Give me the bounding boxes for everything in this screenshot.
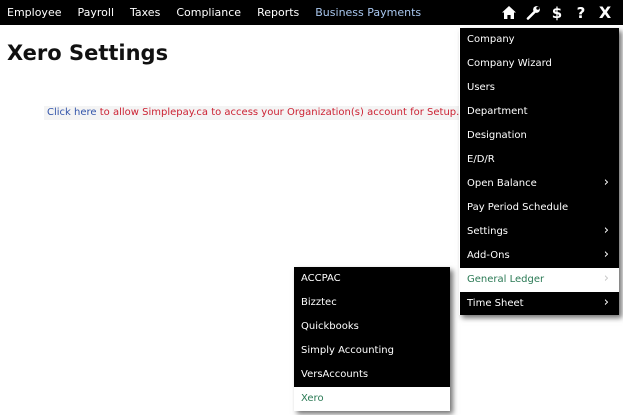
notice-message: to allow Simplepay.ca to access your Org… — [96, 107, 460, 118]
close-icon[interactable]: X — [593, 0, 617, 25]
general-ledger-submenu: ACCPAC Bizztec Quickbooks Simply Account… — [294, 267, 450, 411]
menu-item-label: Users — [467, 82, 496, 93]
help-icon[interactable]: ? — [569, 0, 593, 25]
menu-item-label: VersAccounts — [301, 369, 369, 380]
chevron-right-icon: › — [603, 295, 609, 310]
page-title: Xero Settings — [7, 41, 169, 65]
menu-item-users[interactable]: Users — [460, 76, 619, 100]
menu-item-add-ons[interactable]: Add-Ons › — [460, 244, 619, 268]
toolbar-icons: $ ? X — [497, 0, 623, 25]
submenu-item-quickbooks[interactable]: Quickbooks — [294, 315, 450, 339]
main-nav: Employee Payroll Taxes Compliance Report… — [0, 0, 429, 25]
menu-item-label: Designation — [467, 130, 527, 141]
menu-item-open-balance[interactable]: Open Balance › — [460, 172, 619, 196]
menu-item-label: ACCPAC — [301, 273, 341, 284]
menu-item-time-sheet[interactable]: Time Sheet › — [460, 292, 619, 316]
menu-item-label: Company Wizard — [467, 58, 552, 69]
menu-item-edr[interactable]: E/D/R — [460, 148, 619, 172]
nav-taxes[interactable]: Taxes — [122, 0, 168, 25]
xero-access-notice: Click here to allow Simplepay.ca to acce… — [44, 106, 463, 120]
submenu-item-xero[interactable]: Xero — [294, 387, 450, 411]
nav-reports[interactable]: Reports — [249, 0, 307, 25]
wrench-icon[interactable] — [521, 0, 545, 25]
settings-dropdown-menu: Company Company Wizard Users Department … — [459, 28, 619, 315]
submenu-item-bizztec[interactable]: Bizztec — [294, 291, 450, 315]
menu-item-settings[interactable]: Settings › — [460, 220, 619, 244]
menu-item-label: Pay Period Schedule — [467, 202, 569, 213]
menu-item-label: General Ledger — [467, 274, 545, 285]
submenu-item-simply-accounting[interactable]: Simply Accounting — [294, 339, 450, 363]
menu-item-label: Department — [467, 106, 528, 117]
menu-item-general-ledger[interactable]: General Ledger › — [460, 268, 619, 292]
nav-business-payments[interactable]: Business Payments — [307, 0, 429, 25]
menu-item-company-wizard[interactable]: Company Wizard — [460, 52, 619, 76]
menu-item-label: Time Sheet — [467, 298, 524, 309]
menu-item-label: Bizztec — [301, 297, 337, 308]
menu-item-label: Settings — [467, 226, 509, 237]
home-icon[interactable] — [497, 0, 521, 25]
menu-item-label: Company — [467, 34, 515, 45]
top-nav-bar: Employee Payroll Taxes Compliance Report… — [0, 0, 623, 25]
nav-compliance[interactable]: Compliance — [168, 0, 249, 25]
nav-payroll[interactable]: Payroll — [69, 0, 122, 25]
chevron-right-icon: › — [603, 175, 609, 190]
menu-item-label: Simply Accounting — [301, 345, 394, 356]
menu-item-label: Add-Ons — [467, 250, 510, 261]
menu-item-company[interactable]: Company — [460, 28, 619, 52]
menu-item-label: Xero — [301, 393, 324, 404]
submenu-item-versaccounts[interactable]: VersAccounts — [294, 363, 450, 387]
dollar-icon[interactable]: $ — [545, 0, 569, 25]
menu-item-pay-period-schedule[interactable]: Pay Period Schedule — [460, 196, 619, 220]
menu-item-designation[interactable]: Designation — [460, 124, 619, 148]
menu-item-label: Open Balance — [467, 178, 537, 189]
nav-employee[interactable]: Employee — [0, 0, 69, 25]
menu-item-label: Quickbooks — [301, 321, 359, 332]
submenu-item-accpac[interactable]: ACCPAC — [294, 267, 450, 291]
click-here-link[interactable]: Click here — [47, 107, 97, 118]
menu-item-department[interactable]: Department — [460, 100, 619, 124]
chevron-right-icon: › — [603, 247, 609, 262]
chevron-right-icon: › — [603, 223, 609, 238]
menu-item-label: E/D/R — [467, 154, 495, 165]
chevron-right-icon: › — [603, 271, 609, 286]
